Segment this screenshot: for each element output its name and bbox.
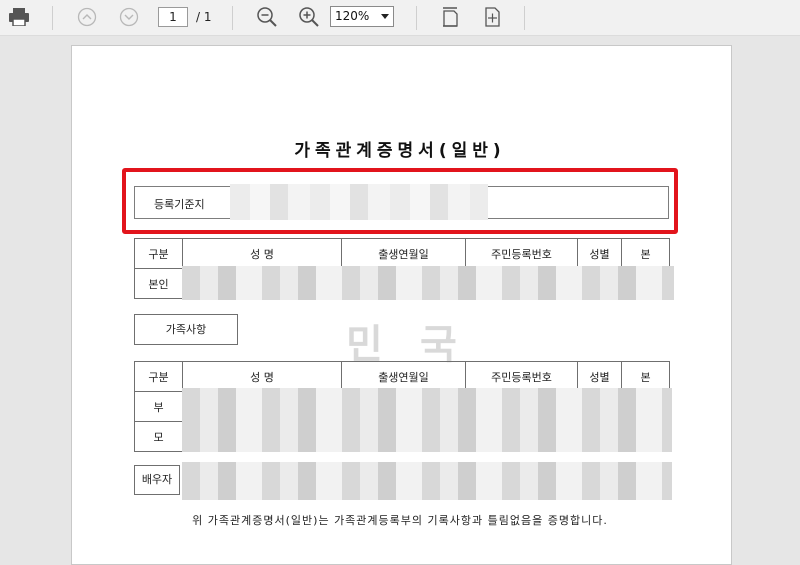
- row-label: 부: [134, 391, 183, 422]
- viewer-toolbar: 1 / 1 120%: [0, 0, 800, 36]
- redacted-area: [182, 388, 672, 452]
- header-cell: 성 명: [182, 238, 342, 269]
- table-header-row: 구분 성 명 출생연월일 주민등록번호 성별 본: [134, 238, 670, 269]
- header-cell: 주민등록번호: [465, 361, 578, 392]
- page-number-input[interactable]: 1: [158, 7, 188, 27]
- header-cell: 구분: [134, 238, 183, 269]
- header-cell: 성별: [577, 238, 622, 269]
- zoom-out-icon[interactable]: [255, 5, 279, 29]
- fit-page-icon[interactable]: [439, 5, 461, 29]
- row-label: 본인: [134, 268, 183, 299]
- toolbar-divider: [416, 6, 417, 30]
- zoom-value: 120%: [335, 9, 370, 23]
- header-cell: 구분: [134, 361, 183, 392]
- printer-icon[interactable]: [8, 6, 30, 28]
- header-cell: 성별: [577, 361, 622, 392]
- redacted-area: [230, 184, 488, 220]
- zoom-select[interactable]: 120%: [330, 6, 394, 27]
- document-title: 가족관계증명서(일반): [294, 141, 506, 161]
- chevron-down-icon: [381, 14, 389, 19]
- redacted-area: [182, 266, 674, 300]
- page-down-icon[interactable]: [118, 6, 140, 28]
- certification-text: 위 가족관계증명서(일반)는 가족관계등록부의 기록사항과 틀림없음을 증명합니…: [192, 514, 608, 527]
- fit-width-icon[interactable]: [480, 5, 504, 29]
- header-cell: 성 명: [182, 361, 342, 392]
- family-section-label: 가족사항: [134, 314, 238, 345]
- header-cell: 출생연월일: [341, 238, 466, 269]
- header-cell: 주민등록번호: [465, 238, 578, 269]
- toolbar-divider: [524, 6, 525, 30]
- zoom-in-icon[interactable]: [297, 5, 321, 29]
- header-cell: 본: [621, 238, 670, 269]
- table-header-row: 구분 성 명 출생연월일 주민등록번호 성별 본: [134, 361, 670, 392]
- redacted-area: [182, 462, 672, 500]
- header-cell: 본: [621, 361, 670, 392]
- registry-label: 등록기준지: [154, 198, 205, 211]
- toolbar-divider: [52, 6, 53, 30]
- row-label: 모: [134, 421, 183, 452]
- page-up-icon[interactable]: [76, 6, 98, 28]
- header-cell: 출생연월일: [341, 361, 466, 392]
- page-total-label: / 1: [196, 10, 212, 24]
- toolbar-divider: [232, 6, 233, 30]
- spouse-label: 배우자: [134, 465, 180, 495]
